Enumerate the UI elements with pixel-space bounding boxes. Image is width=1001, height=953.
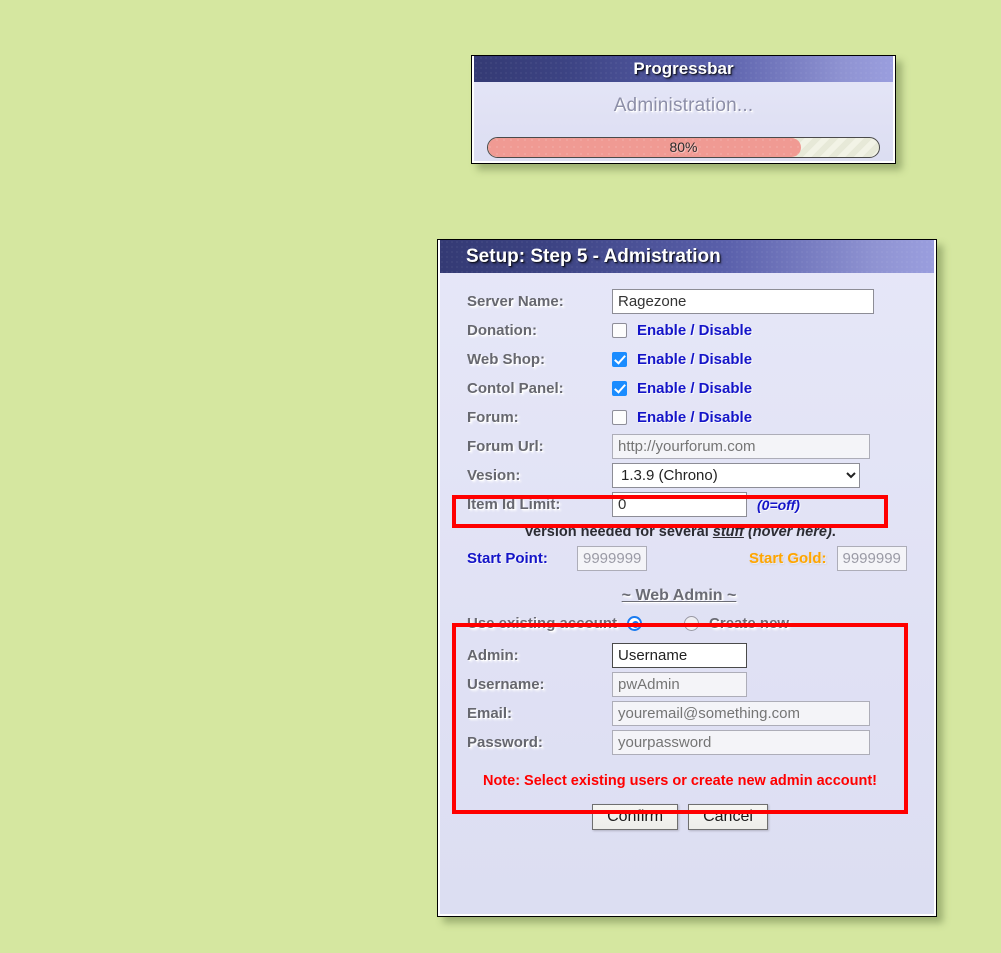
username-label: Username: bbox=[467, 676, 545, 693]
row-forum: Forum: Enable / Disable bbox=[440, 403, 934, 432]
setup-dialog-body: Server Name: Donation: Enable / Disable … bbox=[440, 273, 934, 914]
version-note-end: . bbox=[831, 524, 836, 540]
progress-bar-track: 80% bbox=[487, 137, 880, 158]
confirm-button[interactable]: Confirm bbox=[592, 804, 679, 830]
web-admin-section: ~ Web Admin ~ Use existing account Creat… bbox=[440, 587, 934, 757]
forum-url-label: Forum Url: bbox=[467, 438, 544, 455]
setup-dialog-inner: Setup: Step 5 - Admistration Server Name… bbox=[438, 240, 936, 916]
progress-bar-percent-label: 80% bbox=[669, 139, 698, 155]
item-id-limit-label: Item Id Limit: bbox=[467, 496, 561, 513]
create-new-radio[interactable] bbox=[684, 615, 700, 631]
version-note-stuff[interactable]: stuff bbox=[713, 524, 744, 540]
donation-label: Donation: bbox=[467, 322, 537, 339]
donation-toggle-text[interactable]: Enable / Disable bbox=[637, 322, 752, 339]
row-admin: Admin: bbox=[440, 641, 934, 670]
username-input[interactable] bbox=[612, 672, 747, 697]
setup-dialog-title: Setup: Step 5 - Admistration bbox=[466, 246, 721, 267]
item-id-limit-input[interactable] bbox=[612, 492, 747, 517]
version-note-hover: (hover here) bbox=[747, 524, 832, 540]
row-server-name: Server Name: bbox=[440, 287, 934, 316]
forum-toggle-text[interactable]: Enable / Disable bbox=[637, 409, 752, 426]
row-start-values: Start Point: Start Gold: bbox=[440, 543, 934, 573]
row-item-id-limit: Item Id Limit: (0=off) bbox=[440, 490, 934, 519]
note-text: Note: Select existing users or create ne… bbox=[482, 773, 878, 789]
row-control-panel: Contol Panel: Enable / Disable bbox=[440, 374, 934, 403]
admin-input[interactable] bbox=[612, 643, 747, 668]
version-note: Version needed for several stuff (hover … bbox=[440, 524, 934, 540]
progress-dialog: Progressbar Administration... 80% bbox=[471, 55, 896, 164]
server-name-input[interactable] bbox=[612, 289, 874, 314]
version-label: Vesion: bbox=[467, 467, 521, 484]
server-name-label: Server Name: bbox=[467, 293, 564, 310]
forum-url-input[interactable] bbox=[612, 434, 870, 459]
item-id-limit-hint: (0=off) bbox=[757, 496, 800, 513]
setup-dialog-titlebar: Setup: Step 5 - Admistration bbox=[440, 240, 934, 273]
start-gold-label: Start Gold: bbox=[749, 549, 827, 567]
cancel-button[interactable]: Cancel bbox=[688, 804, 768, 830]
version-select[interactable]: 1.3.9 (Chrono) bbox=[612, 463, 860, 488]
row-forum-url: Forum Url: bbox=[440, 432, 934, 461]
use-existing-account-label[interactable]: Use existing account bbox=[467, 615, 617, 632]
create-new-label[interactable]: Create new bbox=[709, 615, 789, 632]
password-label: Password: bbox=[467, 734, 543, 751]
row-version: Vesion: 1.3.9 (Chrono) bbox=[440, 461, 934, 490]
use-existing-account-radio[interactable] bbox=[627, 615, 643, 631]
web-shop-label: Web Shop: bbox=[467, 351, 546, 368]
control-panel-toggle-text[interactable]: Enable / Disable bbox=[637, 380, 752, 397]
web-admin-section-title: ~ Web Admin ~ bbox=[621, 587, 737, 604]
email-label: Email: bbox=[467, 705, 513, 722]
start-point-input[interactable] bbox=[577, 545, 647, 571]
forum-label: Forum: bbox=[467, 409, 519, 426]
donation-checkbox[interactable] bbox=[612, 323, 627, 338]
control-panel-label: Contol Panel: bbox=[467, 380, 564, 397]
progress-dialog-titlebar: Progressbar bbox=[474, 56, 893, 82]
row-password: Password: bbox=[440, 728, 934, 757]
progress-status-text: Administration... bbox=[613, 95, 754, 116]
password-input[interactable] bbox=[612, 730, 870, 755]
web-shop-toggle-text[interactable]: Enable / Disable bbox=[637, 351, 752, 368]
admin-label: Admin: bbox=[467, 647, 519, 664]
web-shop-checkbox[interactable] bbox=[612, 352, 627, 367]
row-donation: Donation: Enable / Disable bbox=[440, 316, 934, 345]
forum-checkbox[interactable] bbox=[612, 410, 627, 425]
email-input[interactable] bbox=[612, 701, 870, 726]
row-email: Email: bbox=[440, 699, 934, 728]
version-note-prefix: Version needed for several bbox=[524, 524, 713, 540]
start-point-label: Start Point: bbox=[467, 549, 548, 567]
row-web-shop: Web Shop: Enable / Disable bbox=[440, 345, 934, 374]
start-gold-input[interactable] bbox=[836, 545, 907, 571]
row-account-mode: Use existing account Create new bbox=[440, 609, 934, 637]
button-row: Confirm Cancel bbox=[440, 804, 934, 830]
progress-dialog-inner: Progressbar Administration... 80% bbox=[472, 56, 895, 163]
row-username: Username: bbox=[440, 670, 934, 699]
progress-dialog-title: Progressbar bbox=[633, 59, 734, 78]
setup-dialog: Setup: Step 5 - Admistration Server Name… bbox=[437, 239, 937, 917]
progress-dialog-body: Administration... 80% bbox=[474, 82, 893, 161]
control-panel-checkbox[interactable] bbox=[612, 381, 627, 396]
